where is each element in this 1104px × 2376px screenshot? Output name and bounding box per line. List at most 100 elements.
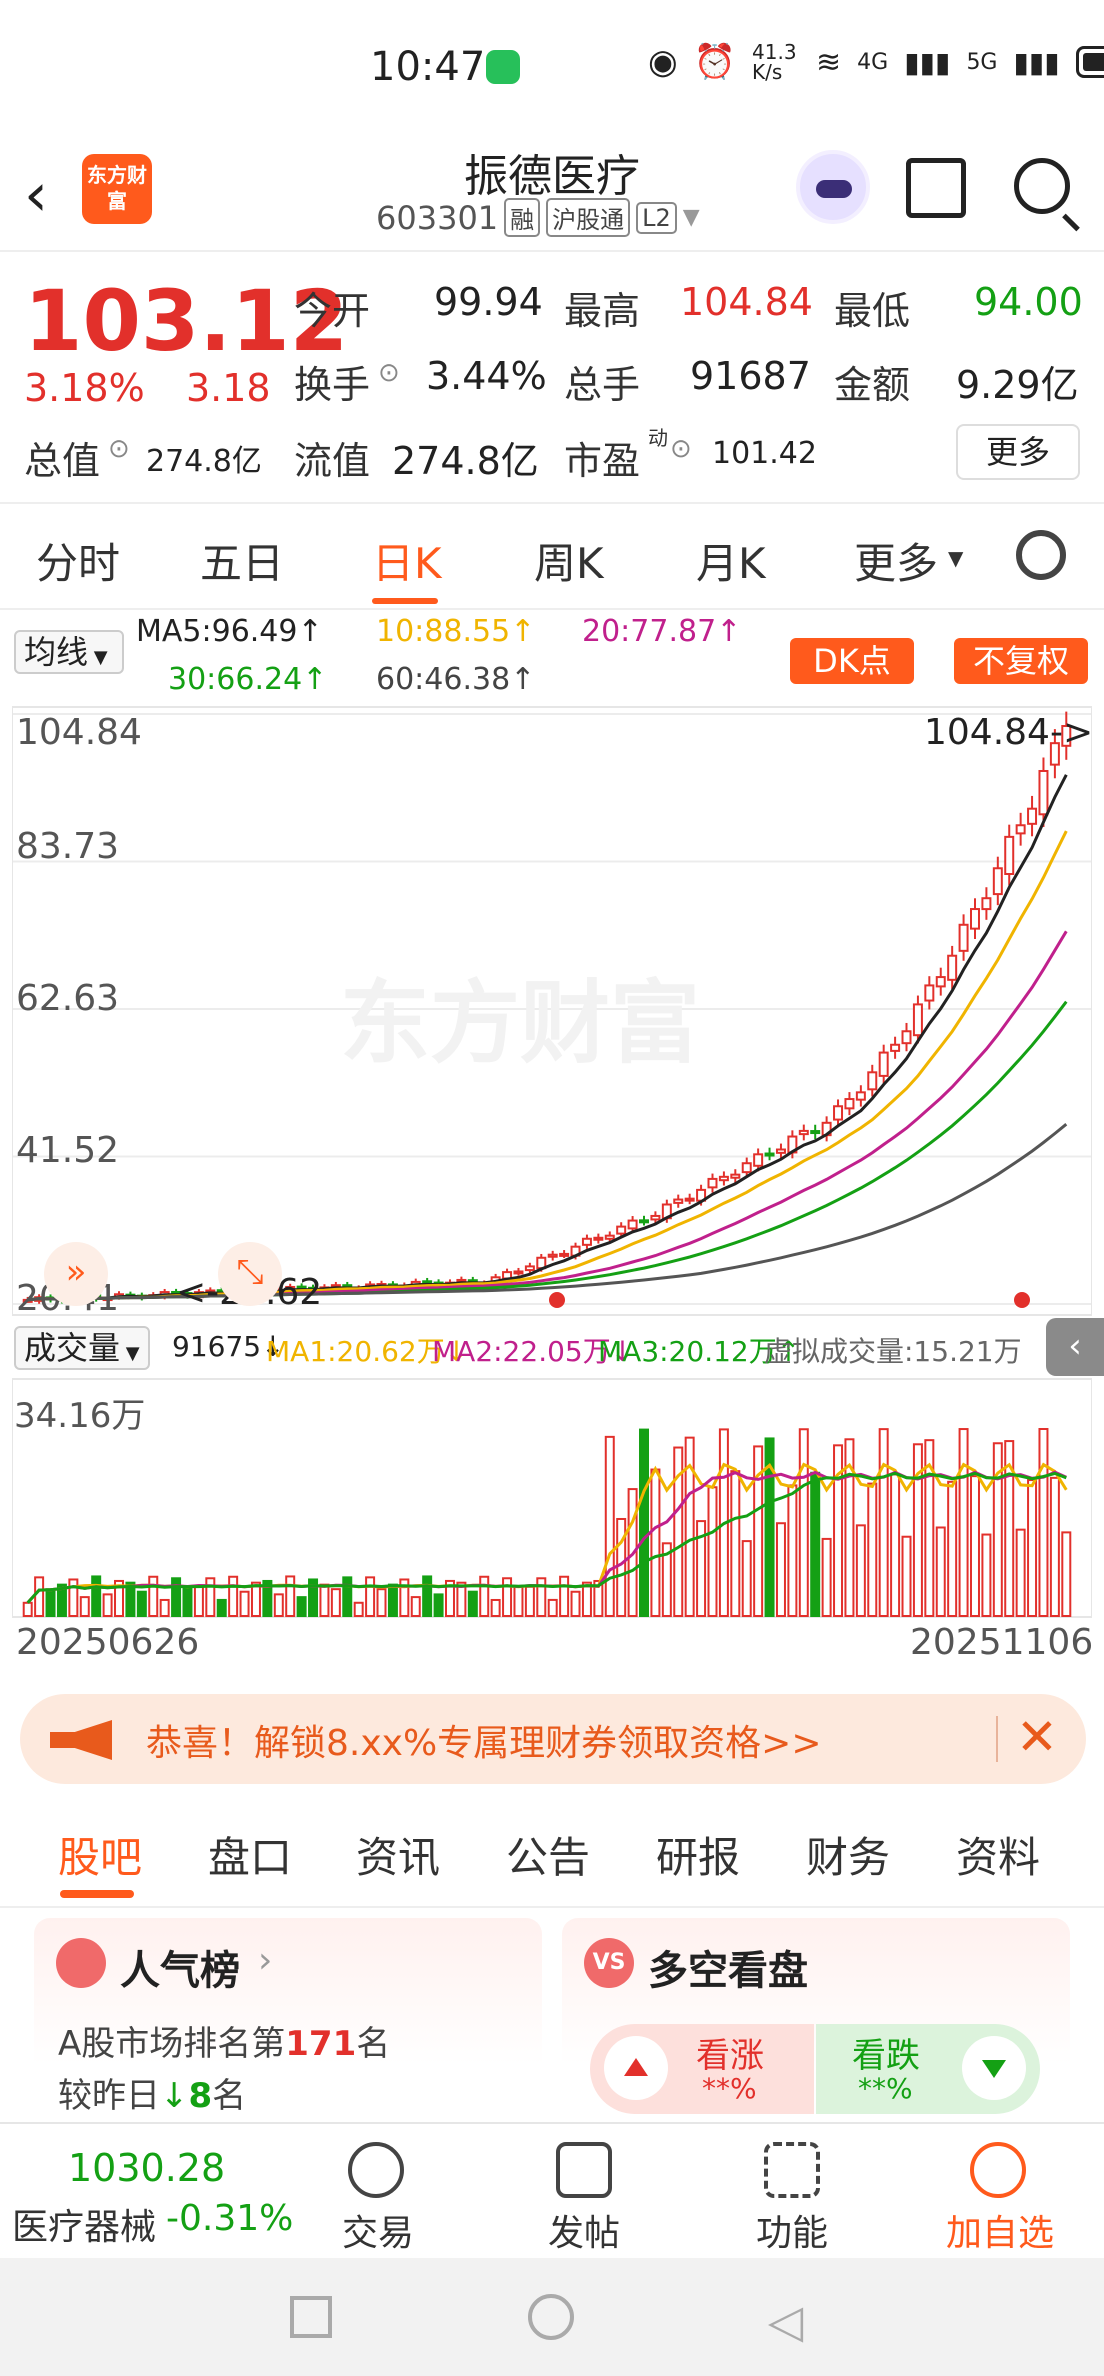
dropdown-icon: ▼ [682, 205, 700, 230]
volume-bar [159, 1598, 170, 1618]
tab-intraday[interactable]: 分时 [36, 530, 120, 591]
max-price-marker: 104.84-> [924, 712, 1094, 753]
volume-bar [981, 1533, 992, 1617]
volume-max-label: 34.16万 [14, 1396, 146, 1436]
volume-bar [855, 1524, 866, 1617]
promo-text: 恭喜！解锁8.xx%专属理财券领取资格>> [146, 1723, 822, 1764]
close-icon[interactable]: ✕ [1016, 1708, 1058, 1766]
ma5-label: MA5:96.49↑ [136, 614, 323, 649]
back-nav-icon[interactable]: ◁ [768, 2294, 803, 2348]
volume-bar [502, 1577, 513, 1617]
more-button[interactable]: 更多 [956, 424, 1080, 480]
rank-change-line: 较昨日↓8名 [58, 2068, 246, 2117]
y-label-2: 83.73 [16, 826, 120, 867]
stock-code-row[interactable]: 603301 融 沪股通 L2 ▼ [376, 198, 700, 237]
tab-five-day[interactable]: 五日 [200, 530, 284, 591]
tab-monthly-k[interactable]: 月K [696, 530, 766, 591]
search-icon[interactable] [1014, 158, 1070, 214]
tag-connect: 沪股通 [546, 198, 631, 237]
price-adjust-button[interactable]: 不复权 [954, 638, 1088, 684]
function-icon[interactable] [764, 2142, 820, 2198]
volume-bar [604, 1435, 615, 1618]
candle [810, 1130, 821, 1135]
dk-point-button[interactable]: DK点 [790, 638, 914, 684]
home-icon[interactable] [528, 2294, 574, 2340]
volume-bar [947, 1480, 958, 1618]
bull-button[interactable]: 看涨 **% [590, 2024, 814, 2114]
candle [867, 1071, 878, 1091]
tab-weekly-k[interactable]: 周K [534, 530, 604, 591]
collapse-panel-icon[interactable]: ‹ [1046, 1318, 1104, 1376]
volume-bar [433, 1593, 444, 1617]
tab-profile[interactable]: 资料 [956, 1824, 1040, 1885]
tab-news[interactable]: 资讯 [356, 1824, 440, 1885]
wechat-icon [486, 50, 520, 84]
volume-bar [490, 1598, 501, 1618]
system-nav-bar: ◁ [0, 2258, 1104, 2376]
volume-bar [136, 1590, 147, 1618]
tab-financials[interactable]: 财务 [806, 1824, 890, 1885]
tab-research[interactable]: 研报 [656, 1824, 740, 1885]
popularity-card[interactable]: 人气榜 › A股市场排名第171名 较昨日↓8名 [34, 1918, 542, 2128]
candle [559, 1252, 570, 1257]
volume-bar [467, 1590, 478, 1617]
sector-index[interactable]: 1030.28 医疗器械 -0.31% [0, 2124, 293, 2260]
y-label-3: 62.63 [16, 978, 120, 1019]
indicator-selector[interactable]: 成交量 ▼ [14, 1326, 150, 1370]
candle [992, 867, 1003, 896]
volume-bar [45, 1588, 56, 1618]
volume-bar [422, 1575, 433, 1617]
tab-announcements[interactable]: 公告 [506, 1824, 590, 1885]
fullscreen-icon[interactable]: ⤡ [218, 1242, 282, 1306]
share-icon[interactable] [906, 158, 966, 218]
post-label[interactable]: 发帖 [548, 2204, 620, 2256]
sentiment-card[interactable]: VS 多空看盘 看涨 **% 看跌 **% [562, 1918, 1070, 2128]
tab-orderbook[interactable]: 盘口 [208, 1824, 292, 1885]
trade-label[interactable]: 交易 [342, 2204, 414, 2256]
volume-bar [1049, 1476, 1060, 1617]
volume-bar [547, 1598, 558, 1618]
candle [1038, 769, 1049, 816]
volume-bar [524, 1585, 535, 1617]
bear-button[interactable]: 看跌 **% [816, 2024, 1040, 2114]
candle [673, 1198, 684, 1204]
volume-bar [616, 1517, 627, 1617]
ma-selector[interactable]: 均线 ▼ [14, 630, 124, 674]
rank-change-value: 8 [188, 2076, 213, 2116]
tab-daily-k[interactable]: 日K [372, 530, 442, 591]
tab-more[interactable]: 更多 [854, 530, 938, 591]
gear-icon[interactable] [1016, 530, 1066, 580]
add-watchlist-icon[interactable] [970, 2142, 1026, 2198]
assistant-robot-icon[interactable] [796, 150, 870, 224]
signal-4g: 4G [857, 49, 889, 75]
info-icon-3[interactable]: ⊙ [670, 434, 692, 464]
info-icon-2[interactable]: ⊙ [108, 434, 130, 464]
candle [616, 1225, 627, 1235]
battery-icon [1075, 46, 1104, 78]
candle [604, 1234, 615, 1240]
turnover-value: 3.44% [426, 354, 547, 398]
info-icon[interactable]: ⊙ [378, 358, 400, 388]
candle [833, 1105, 844, 1121]
candle [981, 897, 992, 911]
expand-left-icon[interactable]: » [44, 1242, 108, 1306]
status-bar: 10:47 ◉ ⏰ 41.3 K/s ≋ 4G ▮▮▮ 5G ▮▮▮ [0, 0, 1104, 140]
function-label[interactable]: 功能 [756, 2204, 828, 2256]
tab-more-arrow-icon: ▼ [948, 546, 964, 570]
recent-apps-icon[interactable] [290, 2296, 332, 2338]
volume-bar [193, 1585, 204, 1618]
volume-bar [239, 1590, 250, 1617]
add-watchlist-label[interactable]: 加自选 [946, 2204, 1054, 2256]
status-time: 10:47 [370, 44, 486, 90]
volume-bar [273, 1593, 284, 1618]
trade-icon[interactable] [348, 2142, 404, 2198]
tab-forum[interactable]: 股吧 [58, 1824, 142, 1885]
candle [524, 1265, 535, 1272]
sector-name: 医疗器械 [12, 2207, 157, 2248]
promo-banner[interactable]: 恭喜！解锁8.xx%专属理财券领取资格>> ✕ [20, 1694, 1086, 1784]
vs-icon: VS [584, 1938, 634, 1988]
sentiment-title: 多空看盘 [648, 1948, 808, 1994]
volume-value: 91687 [690, 354, 811, 398]
post-icon[interactable] [556, 2142, 612, 2198]
volume-bar [479, 1575, 490, 1618]
